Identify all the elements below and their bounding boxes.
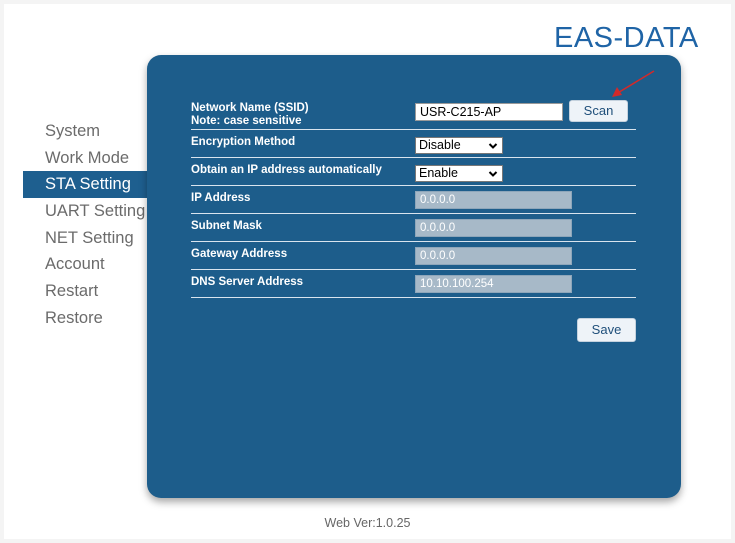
encryption-select[interactable]: Disable xyxy=(415,137,503,154)
subnet-row: Subnet Mask 0.0.0.0 xyxy=(191,214,636,242)
save-button[interactable]: Save xyxy=(577,318,636,342)
encryption-label: Encryption Method xyxy=(191,136,296,148)
dhcp-select[interactable]: Enable xyxy=(415,165,503,182)
ssid-label: Network Name (SSID) xyxy=(191,102,309,114)
chevron-down-icon xyxy=(488,143,498,149)
dns-input[interactable]: 10.10.100.254 xyxy=(415,275,572,293)
subnet-label: Subnet Mask xyxy=(191,220,262,232)
brand-logo: EAS-DATA xyxy=(554,22,699,54)
nav-item-restart[interactable]: Restart xyxy=(23,278,147,305)
gateway-input[interactable]: 0.0.0.0 xyxy=(415,247,572,265)
nav-item-restore[interactable]: Restore xyxy=(23,305,147,332)
version-footer: Web Ver:1.0.25 xyxy=(324,516,411,530)
gateway-label: Gateway Address xyxy=(191,248,288,260)
ssid-label-group: Network Name (SSID) Note: case sensitive xyxy=(191,102,309,128)
nav-item-system[interactable]: System xyxy=(23,118,147,145)
sta-settings-panel: Network Name (SSID) Note: case sensitive… xyxy=(147,55,681,498)
dhcp-label: Obtain an IP address automatically xyxy=(191,164,382,176)
encryption-row: Encryption Method Disable xyxy=(191,130,636,158)
gateway-row: Gateway Address 0.0.0.0 xyxy=(191,242,636,270)
nav-item-net-setting[interactable]: NET Setting xyxy=(23,225,147,252)
nav-item-account[interactable]: Account xyxy=(23,251,147,278)
ip-row: IP Address 0.0.0.0 xyxy=(191,186,636,214)
nav-item-work-mode[interactable]: Work Mode xyxy=(23,145,147,172)
red-arrow-annotation-icon xyxy=(612,70,655,97)
ssid-input[interactable]: USR-C215-AP xyxy=(415,103,563,121)
dns-row: DNS Server Address 10.10.100.254 xyxy=(191,270,636,298)
dns-label: DNS Server Address xyxy=(191,276,304,288)
subnet-input[interactable]: 0.0.0.0 xyxy=(415,219,572,237)
sidebar-nav: System Work Mode STA Setting UART Settin… xyxy=(23,118,147,332)
encryption-select-value: Disable xyxy=(419,138,461,152)
scan-button[interactable]: Scan xyxy=(569,100,628,122)
chevron-down-icon xyxy=(488,171,498,177)
dhcp-select-value: Enable xyxy=(419,166,458,180)
nav-item-uart-setting[interactable]: UART Setting xyxy=(23,198,147,225)
nav-item-sta-setting[interactable]: STA Setting xyxy=(23,171,147,199)
ip-input[interactable]: 0.0.0.0 xyxy=(415,191,572,209)
ssid-note: Note: case sensitive xyxy=(191,115,302,127)
ip-label: IP Address xyxy=(191,192,251,204)
dhcp-row: Obtain an IP address automatically Enabl… xyxy=(191,158,636,186)
